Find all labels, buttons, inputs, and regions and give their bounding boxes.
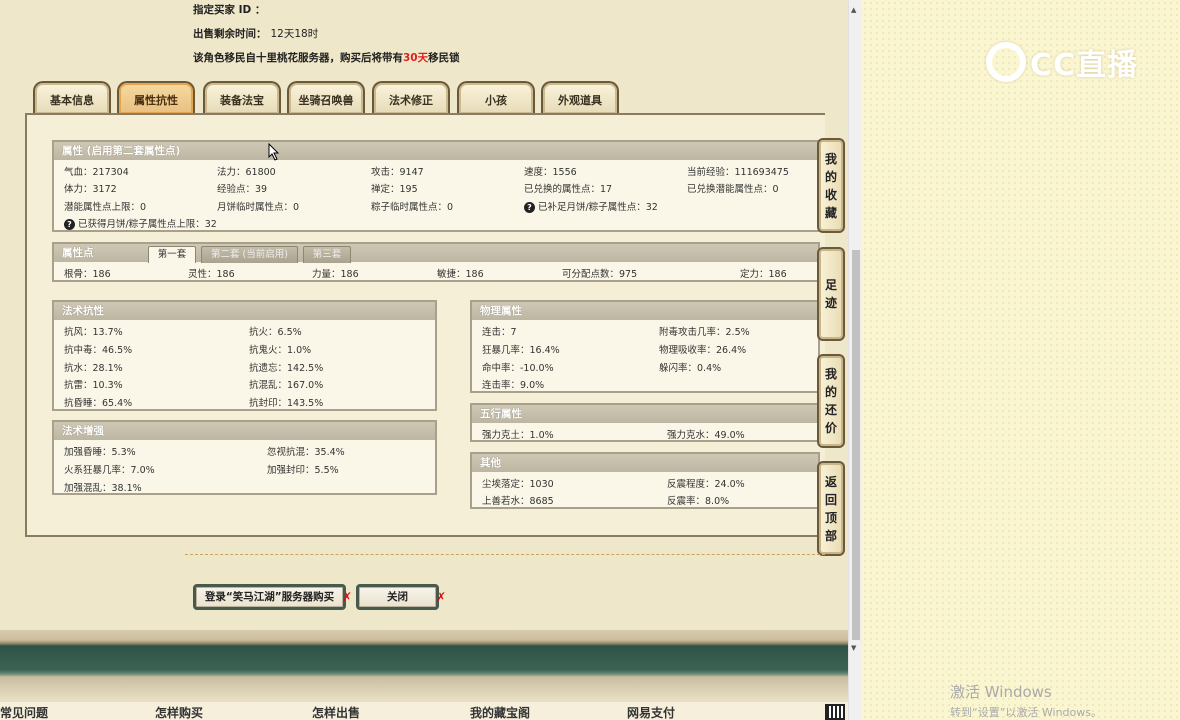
resist-item: 抗中毒：46.5%	[64, 345, 133, 356]
wuxing-item: 强力克水：49.0%	[667, 430, 745, 441]
spell-boost-header: 法术增强	[54, 422, 435, 440]
attr-potential-cap: 潜能属性点上限：0	[64, 202, 147, 213]
physical-header: 物理属性	[472, 302, 818, 320]
attr-exp: 当前经验：111693475	[687, 167, 789, 178]
attr-mooncake-temp: 月饼临时属性点：0	[217, 202, 300, 213]
spell-resist-header: 法术抗性	[54, 302, 435, 320]
login-server-button[interactable]: 登录“笑马江湖”服务器购买	[193, 584, 346, 610]
qr-code-icon[interactable]	[825, 704, 845, 720]
resist-item: 抗水：28.1%	[64, 363, 123, 374]
other-item: 尘埃落定：1030	[482, 479, 554, 490]
cursor-icon	[268, 143, 280, 161]
resist-item: 抗混乱：167.0%	[249, 380, 324, 391]
subtab-set-3[interactable]: 第三套	[303, 246, 351, 263]
resist-item: 抗昏睡：65.4%	[64, 398, 133, 409]
footer-netease-pay-link[interactable]: 网易支付	[627, 704, 675, 720]
help-icon[interactable]: ?	[524, 202, 535, 213]
boost-item: 加强混乱：38.1%	[64, 483, 142, 494]
physical-item: 附毒攻击几率：2.5%	[659, 327, 750, 338]
resist-item: 抗遗忘：142.5%	[249, 363, 324, 374]
page-scrollbar[interactable]: ▲ ▼	[848, 0, 862, 720]
physical-item: 躲闪率：0.4%	[659, 363, 722, 374]
resist-item: 抗雷：10.3%	[64, 380, 123, 391]
points-gengu: 根骨：186	[64, 269, 111, 280]
divider	[185, 554, 825, 555]
attr-attack: 攻击：9147	[371, 167, 424, 178]
tab-equipment[interactable]: 装备法宝	[203, 81, 281, 114]
sidenav-my-offers[interactable]: 我的还价	[817, 354, 845, 448]
tab-spell-mod[interactable]: 法术修正	[372, 81, 450, 114]
points-unallocated: 可分配点数：975	[562, 269, 638, 280]
attributes-header: 属性 (启用第二套属性点)	[54, 142, 818, 160]
help-icon[interactable]: ?	[64, 219, 75, 230]
resist-item: 抗封印：143.5%	[249, 398, 324, 409]
tab-attr-resist[interactable]: 属性抗性	[117, 81, 195, 114]
sidenav-back-to-top[interactable]: 返回顶部	[817, 461, 845, 556]
time-left-line: 出售剩余时间： 12天18时	[193, 28, 319, 40]
sidenav-favorites[interactable]: 我的收藏	[817, 138, 845, 233]
attr-potential-exchanged: 已兑换潜能属性点：0	[687, 184, 779, 195]
wuxing-item: 强力克土：1.0%	[482, 430, 554, 441]
points-dingli: 定力：186	[740, 269, 787, 280]
attr-speed: 速度：1556	[524, 167, 577, 178]
boost-item: 加强封印：5.5%	[267, 465, 339, 476]
physical-item: 狂暴几率：16.4%	[482, 345, 560, 356]
attr-note: ? 已获得月饼/粽子属性点上限：32	[64, 216, 217, 230]
attr-hp: 气血：217304	[64, 167, 129, 178]
migrate-notice: 该角色移民自十里桃花服务器，购买后将带有30天移民锁	[193, 52, 460, 64]
buyer-id-line: 指定买家 ID ：	[193, 4, 266, 16]
cc-logo-icon	[986, 42, 1026, 82]
attr-mp: 法力：61800	[217, 167, 276, 178]
attr-stamina: 体力：3172	[64, 184, 117, 195]
stream-watermark: CC直播	[986, 40, 1138, 84]
attr-exp-points: 经验点：39	[217, 184, 268, 195]
tab-appearance[interactable]: 外观道具	[541, 81, 619, 114]
attr-exchanged: 已兑换的属性点：17	[524, 184, 613, 195]
footer-faq-link[interactable]: 常见问题	[0, 704, 48, 720]
footer-how-sell-link[interactable]: 怎样出售	[312, 704, 360, 720]
other-header: 其他	[472, 454, 818, 472]
resist-item: 抗鬼火：1.0%	[249, 345, 312, 356]
resist-item: 抗火：6.5%	[249, 327, 302, 338]
tab-basic-info[interactable]: 基本信息	[33, 81, 111, 114]
attr-zongzi-temp: 粽子临时属性点：0	[371, 202, 454, 213]
other-item: 反震率：8.0%	[667, 496, 730, 507]
attr-filled: ? 已补足月饼/粽子属性点：32	[524, 199, 658, 213]
wuxing-header: 五行属性	[472, 405, 818, 423]
scroll-down-icon[interactable]: ▼	[851, 644, 856, 652]
footer-band	[0, 630, 848, 702]
scroll-thumb[interactable]	[852, 250, 860, 640]
windows-activation-notice: 激活 Windows 转到“设置”以激活 Windows。	[950, 683, 1102, 719]
boost-item: 火系狂暴几率：7.0%	[64, 465, 155, 476]
other-item: 反震程度：24.0%	[667, 479, 745, 490]
page-area: 指定买家 ID ： 出售剩余时间： 12天18时 该角色移民自十里桃花服务器，购买…	[0, 0, 848, 720]
footer-my-cbg-link[interactable]: 我的藏宝阁	[470, 704, 530, 720]
points-agility: 敏捷：186	[437, 269, 484, 280]
physical-item: 连击率：9.0%	[482, 380, 545, 391]
physical-item: 连击：7	[482, 327, 517, 338]
scroll-up-icon[interactable]: ▲	[851, 6, 856, 14]
points-lingxing: 灵性：186	[188, 269, 235, 280]
right-background	[862, 0, 1180, 720]
boost-item: 忽视抗混：35.4%	[267, 447, 345, 458]
subtab-set-1[interactable]: 第一套	[148, 246, 196, 263]
resist-item: 抗风：13.7%	[64, 327, 123, 338]
close-x-icon: ✗	[342, 590, 353, 604]
tab-mount-pet[interactable]: 坐骑召唤兽	[287, 81, 365, 114]
boost-item: 加强昏睡：5.3%	[64, 447, 136, 458]
physical-item: 命中率：-10.0%	[482, 363, 554, 374]
physical-item: 物理吸收率：26.4%	[659, 345, 747, 356]
tab-child[interactable]: 小孩	[457, 81, 535, 114]
footer-nav	[0, 702, 848, 720]
sidenav-history[interactable]: 足迹	[817, 247, 845, 341]
points-strength: 力量：186	[312, 269, 359, 280]
footer-how-buy-link[interactable]: 怎样购买	[155, 704, 203, 720]
close-button[interactable]: 关闭	[356, 584, 439, 610]
close-x-icon: ✗	[436, 590, 447, 604]
attr-meditation: 禅定：195	[371, 184, 418, 195]
subtab-set-2[interactable]: 第二套 (当前启用)	[201, 246, 298, 263]
other-item: 上善若水：8685	[482, 496, 554, 507]
